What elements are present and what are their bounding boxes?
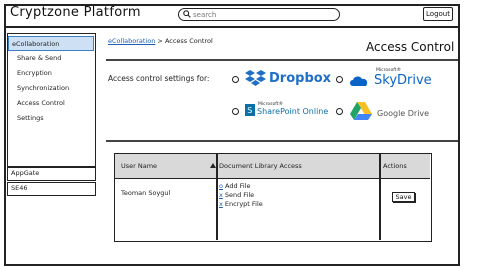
breadcrumb-link-ecollaboration[interactable]: eCollaboration — [108, 37, 155, 45]
svg-text:S: S — [247, 106, 252, 115]
google-drive-label: Google Drive — [377, 109, 430, 118]
radio-dropbox[interactable] — [232, 76, 239, 83]
permission-send-file[interactable]: x Send File — [219, 191, 254, 199]
sidebar-item-settings[interactable]: Settings — [8, 111, 94, 126]
sidebar-item-appgate[interactable]: AppGate — [7, 167, 96, 181]
dropbox-icon — [245, 70, 266, 86]
column-header-actions: Actions — [383, 162, 407, 170]
sidebar-item-se46[interactable]: SE46 — [7, 182, 96, 196]
breadcrumb-current: Access Control — [164, 37, 213, 45]
permission-mark[interactable]: x — [219, 191, 223, 199]
title-divider — [106, 59, 458, 61]
sidebar-item-share-send[interactable]: Share & Send — [8, 51, 94, 66]
page-title: Access Control — [366, 40, 455, 54]
breadcrumb: eCollaboration > Access Control — [108, 37, 213, 45]
permission-add-file[interactable]: o Add File — [219, 182, 251, 190]
sidebar-item-ecollaboration[interactable]: eCollaboration — [8, 36, 94, 51]
user-name-cell: Teoman Soygul — [121, 189, 171, 197]
table-header: User Name Document Library Access Action… — [115, 154, 430, 179]
permission-mark[interactable]: o — [219, 182, 223, 190]
permission-label: Send File — [224, 191, 255, 199]
column-header-document-library-access: Document Library Access — [219, 162, 302, 170]
permission-label: Add File — [224, 182, 251, 190]
permission-label: Encrypt File — [224, 200, 263, 208]
app-title: Cryptzone Platform — [10, 5, 141, 20]
sidebar-item-access-control[interactable]: Access Control — [8, 96, 94, 111]
access-table: User Name Document Library Access Action… — [114, 153, 432, 242]
logout-button[interactable]: Logout — [423, 7, 453, 21]
breadcrumb-separator: > — [157, 37, 163, 45]
header-divider — [6, 26, 458, 28]
sidebar-item-synchronization[interactable]: Synchronization — [8, 81, 94, 96]
search-input[interactable] — [193, 9, 333, 20]
sharepoint-icon: S — [245, 104, 255, 116]
skydrive-label: SkyDrive — [374, 73, 432, 88]
google-drive-icon — [350, 102, 372, 120]
sidebar-item-encryption[interactable]: Encryption — [8, 66, 94, 81]
search-icon — [183, 10, 191, 18]
search-box[interactable] — [178, 8, 340, 21]
radio-google-drive[interactable] — [336, 108, 343, 115]
radio-skydrive[interactable] — [336, 76, 343, 83]
settings-label: Access control settings for: — [108, 74, 210, 83]
column-header-user-name[interactable]: User Name — [121, 162, 157, 170]
skydrive-icon — [350, 76, 368, 86]
radio-sharepoint[interactable] — [232, 108, 239, 115]
permission-encrypt-file[interactable]: x Encrypt File — [219, 200, 263, 208]
save-button[interactable]: Save — [392, 192, 415, 202]
column-divider — [216, 154, 218, 240]
sharepoint-label: SharePoint Online — [257, 107, 329, 116]
settings-divider — [106, 140, 458, 142]
column-divider — [379, 154, 381, 240]
dropbox-label: Dropbox — [269, 71, 332, 86]
sidebar-nav: eCollaboration Share & Send Encryption S… — [7, 33, 96, 167]
permission-mark[interactable]: x — [219, 200, 223, 208]
